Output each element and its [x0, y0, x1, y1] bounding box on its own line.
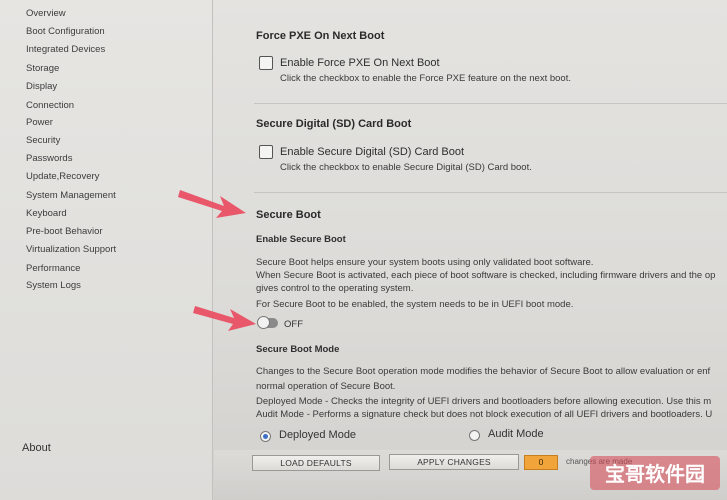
deployed-mode-label[interactable]: Deployed Mode: [279, 429, 356, 441]
pxe-description: Click the checkbox to enable the Force P…: [280, 73, 571, 84]
enable-secure-boot-title: Enable Secure Boot: [256, 234, 346, 245]
secure-boot-section-title: Secure Boot: [256, 209, 321, 221]
sidebar-item-boot-configuration[interactable]: Boot Configuration: [26, 26, 105, 38]
section-divider: [254, 192, 727, 193]
sidebar-item-passwords[interactable]: Passwords: [26, 153, 72, 165]
sd-checkbox-label[interactable]: Enable Secure Digital (SD) Card Boot: [280, 146, 464, 158]
settings-panel: Force PXE On Next Boot Enable Force PXE …: [214, 0, 727, 450]
sidebar-item-pre-boot-behavior[interactable]: Pre-boot Behavior: [26, 226, 103, 238]
secure-boot-mode-title: Secure Boot Mode: [256, 344, 340, 355]
sidebar-item-system-management[interactable]: System Management: [26, 190, 116, 202]
sidebar-item-overview[interactable]: Overview: [26, 8, 66, 20]
bios-setup-screen: Overview Boot Configuration Integrated D…: [0, 0, 727, 500]
secure-boot-description-line: When Secure Boot is activated, each piec…: [256, 270, 716, 281]
annotation-arrow-icon: [193, 306, 256, 331]
secure-boot-toggle-state: OFF: [284, 319, 303, 330]
sidebar-item-virtualization-support[interactable]: Virtualization Support: [26, 244, 116, 256]
annotation-arrow-icon: [178, 190, 246, 218]
sidebar-item-power[interactable]: Power: [26, 117, 53, 129]
sidebar-item-display[interactable]: Display: [26, 81, 57, 93]
pxe-checkbox[interactable]: [259, 56, 273, 70]
secure-boot-description-line: Secure Boot helps ensure your system boo…: [256, 257, 594, 268]
audit-mode-radio[interactable]: [469, 430, 480, 441]
deployed-mode-radio[interactable]: [260, 431, 271, 442]
sidebar-item-connection[interactable]: Connection: [26, 100, 74, 112]
section-divider: [254, 103, 727, 104]
about-link[interactable]: About: [22, 442, 51, 454]
sidebar-item-integrated-devices[interactable]: Integrated Devices: [26, 44, 105, 56]
sidebar-item-system-logs[interactable]: System Logs: [26, 280, 81, 292]
pxe-checkbox-label[interactable]: Enable Force PXE On Next Boot: [280, 57, 440, 69]
changes-count-badge: 0: [524, 455, 558, 470]
sidebar-item-keyboard[interactable]: Keyboard: [26, 208, 67, 220]
secure-boot-description-line: gives control to the operating system.: [256, 283, 414, 294]
sidebar-item-performance[interactable]: Performance: [26, 263, 80, 275]
sd-description: Click the checkbox to enable Secure Digi…: [280, 162, 532, 173]
sidebar-item-security[interactable]: Security: [26, 135, 60, 147]
watermark-logo: 宝哥软件园: [590, 454, 720, 494]
sd-checkbox[interactable]: [259, 145, 273, 159]
sidebar: Overview Boot Configuration Integrated D…: [0, 0, 213, 500]
watermark-text: 宝哥软件园: [605, 462, 705, 486]
secure-boot-description-line: For Secure Boot to be enabled, the syste…: [256, 299, 574, 310]
secure-boot-mode-description-line: Deployed Mode - Checks the integrity of …: [256, 396, 712, 407]
pxe-section-title: Force PXE On Next Boot: [256, 30, 385, 42]
watermark-badge-icon: 宝哥软件园: [590, 456, 720, 490]
secure-boot-mode-description-line: Changes to the Secure Boot operation mod…: [256, 366, 711, 377]
load-defaults-button[interactable]: LOAD DEFAULTS: [252, 455, 380, 471]
sidebar-item-update-recovery[interactable]: Update,Recovery: [26, 171, 99, 183]
apply-changes-button[interactable]: APPLY CHANGES: [389, 454, 519, 470]
secure-boot-mode-description-line: normal operation of Secure Boot.: [256, 381, 396, 392]
sd-section-title: Secure Digital (SD) Card Boot: [256, 118, 412, 130]
sidebar-item-storage[interactable]: Storage: [26, 63, 59, 75]
secure-boot-mode-description-line: Audit Mode - Performs a signature check …: [256, 409, 713, 420]
audit-mode-label[interactable]: Audit Mode: [488, 428, 544, 440]
